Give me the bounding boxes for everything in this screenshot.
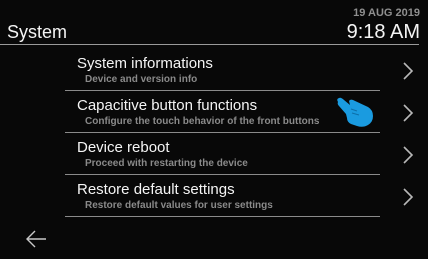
menu-item-title: Restore default settings [77,181,235,198]
pointing-hand-icon [337,97,373,127]
menu-item-capacitive-button-functions[interactable]: Capacitive button functions Configure th… [65,93,420,133]
menu-item-system-informations[interactable]: System informations Device and version i… [65,51,420,91]
system-screen: System 19 AUG 2019 9:18 AM System inform… [0,0,428,259]
menu-item-title: Device reboot [77,139,170,156]
menu-item-subtitle: Restore default values for user settings [85,200,273,211]
time-display: 9:18 AM [346,21,420,43]
date-display: 19 AUG 2019 [353,7,420,19]
menu-item-divider [65,132,380,133]
page-title: System [7,22,68,42]
back-arrow-icon[interactable] [25,229,47,249]
chevron-right-icon [403,104,414,122]
menu-item-subtitle: Device and version info [85,74,198,85]
menu-item-title: Capacitive button functions [77,97,258,114]
menu-item-restore-default-settings[interactable]: Restore default settings Restore default… [65,177,420,217]
menu-item-subtitle: Configure the touch behavior of the fron… [85,116,320,127]
menu-item-divider [65,216,380,217]
menu-item-divider [65,90,380,91]
menu-item-title: System informations [77,55,213,72]
menu-item-device-reboot[interactable]: Device reboot Proceed with restarting th… [65,135,420,175]
title-divider [0,44,419,45]
menu-item-subtitle: Proceed with restarting the device [85,158,248,169]
chevron-right-icon [403,146,414,164]
chevron-right-icon [403,62,414,80]
chevron-right-icon [403,188,414,206]
menu-item-divider [65,174,380,175]
